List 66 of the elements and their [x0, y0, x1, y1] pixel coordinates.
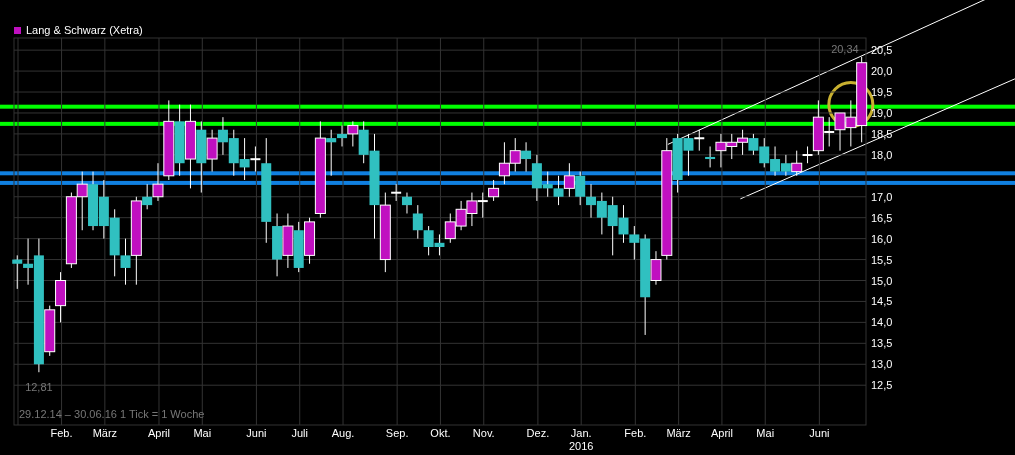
axis-label: Juli	[291, 427, 308, 439]
axis-label: 18,5	[871, 127, 893, 140]
axis-label: 18,0	[871, 148, 893, 161]
candlestick	[737, 129, 749, 156]
axis-label: März	[92, 427, 118, 439]
axis-label: März	[666, 427, 691, 439]
axis-label: 15,0	[871, 274, 893, 287]
candlestick	[563, 162, 575, 198]
candlestick	[444, 213, 456, 244]
axis-label: 20,0	[871, 65, 893, 78]
price-label: 20,34	[831, 42, 859, 55]
axis-label: 19,5	[871, 86, 893, 99]
candlestick	[780, 154, 791, 177]
axis-label: 16,0	[871, 232, 893, 245]
axis-label: Juni	[246, 427, 267, 439]
date-range-note: 29.12.14 – 30.06.16 1 Tick = 1 Woche	[19, 408, 205, 420]
axis-label: Nov.	[472, 427, 495, 439]
candlestick	[770, 146, 781, 177]
candlestick	[12, 254, 23, 290]
legend-label: Lang & Schwarz (Xetra)	[26, 24, 143, 36]
candlestick	[553, 175, 564, 206]
axis-label: 17,0	[871, 190, 893, 203]
axis-label: 20,5	[871, 44, 893, 57]
axis-label: Feb.	[50, 427, 73, 439]
axis-label: 15,5	[871, 253, 893, 266]
axis-label: April	[148, 427, 170, 439]
axis-label: Okt.	[430, 427, 451, 439]
candlestick	[834, 112, 846, 152]
axis-label: Sep.	[385, 427, 409, 439]
axis-label: 19,0	[871, 106, 893, 119]
axis-label: Jan. 2016	[568, 427, 594, 452]
candlestick	[76, 171, 88, 231]
price-label: 12,81	[25, 381, 53, 394]
candlestick	[293, 221, 304, 273]
legend-swatch	[14, 27, 21, 34]
axis-label: 16,5	[871, 211, 893, 224]
candlestick	[596, 192, 607, 235]
candlestick	[217, 116, 228, 156]
candlestick	[726, 133, 738, 160]
candlestick	[586, 183, 596, 219]
axis-label: 13,5	[871, 337, 893, 350]
candlestick	[466, 192, 478, 227]
candlestick	[575, 171, 586, 206]
candlestick	[748, 133, 759, 156]
axis-label: April	[710, 427, 733, 439]
axis-label: Mai	[193, 427, 212, 439]
axis-label: 14,0	[871, 316, 893, 329]
axis-label: 14,5	[871, 295, 893, 308]
axis-label: Feb.	[624, 427, 647, 439]
axis-label: Juni	[809, 427, 830, 439]
axis-label: Mai	[756, 427, 775, 439]
axis-label: 13,0	[871, 358, 893, 371]
candlestick	[88, 171, 99, 231]
candlestick	[423, 225, 434, 256]
candlestick	[98, 179, 109, 240]
candlestick	[477, 192, 488, 219]
axis-label: 12,5	[871, 379, 893, 392]
candlestick	[434, 233, 445, 256]
candlestick	[455, 200, 467, 231]
axis-label: Aug.	[331, 427, 355, 439]
candlestick	[509, 137, 521, 173]
candlestick	[759, 137, 770, 168]
candlestick	[228, 129, 239, 177]
axis-label: Dez.	[526, 427, 550, 439]
candlestick	[282, 213, 294, 269]
candlestick	[55, 271, 67, 323]
